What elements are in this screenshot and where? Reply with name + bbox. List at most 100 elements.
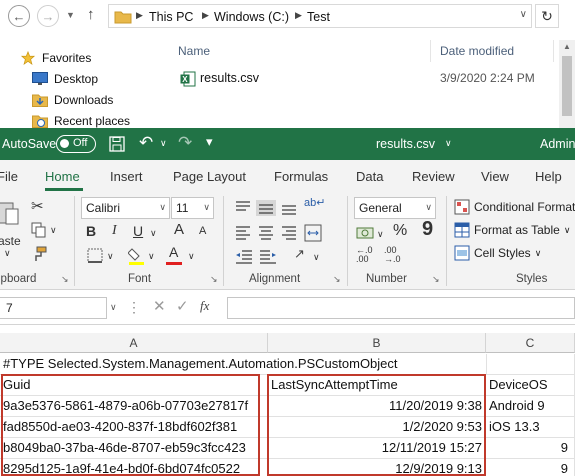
cell-c1[interactable] (486, 354, 575, 375)
horizontal-align-icons[interactable] (236, 225, 302, 241)
insert-function-button[interactable]: fx (200, 298, 209, 314)
cell-c2[interactable]: DeviceOS (486, 375, 575, 396)
tab-help[interactable]: Help (535, 169, 562, 184)
orientation-dropdown-icon[interactable]: ∨ (313, 252, 320, 263)
font-color-button[interactable]: A (169, 244, 178, 260)
paste-clipboard-icon[interactable] (0, 200, 20, 226)
nav-item-desktop[interactable]: Desktop (32, 69, 98, 89)
cell-a3[interactable]: 9a3e5376-5861-4879-a06b-07703e27817f (0, 396, 268, 417)
formula-input[interactable] (227, 297, 575, 319)
column-header-date-modified[interactable]: Date modified (440, 44, 514, 58)
cell-b4[interactable]: 1/2/2020 9:53 (268, 417, 486, 438)
back-button[interactable]: ← (8, 5, 30, 27)
bold-button[interactable]: B (86, 223, 96, 239)
tab-page-layout[interactable]: Page Layout (173, 169, 246, 184)
format-painter-icon[interactable] (31, 246, 47, 262)
format-as-table-button[interactable]: Format as Table ∨ (454, 222, 570, 238)
up-button[interactable]: ↑ (87, 6, 95, 23)
comma-style-button[interactable]: 9 (422, 218, 433, 241)
save-icon[interactable] (109, 136, 125, 152)
cut-icon[interactable]: ✂ (31, 197, 44, 215)
accounting-format-icon[interactable] (356, 224, 374, 242)
number-format-dropdown[interactable]: General ∨ (354, 197, 436, 219)
cancel-entry-icon[interactable]: ✕ (153, 297, 166, 315)
cell-b6[interactable]: 12/9/2019 9:13 (268, 459, 486, 476)
scrollbar-thumb[interactable] (562, 56, 572, 116)
borders-dropdown-icon[interactable]: ∨ (107, 251, 114, 262)
cell-c4[interactable]: iOS 13.3 (486, 417, 575, 438)
underline-dropdown-icon[interactable]: ∨ (150, 228, 157, 239)
borders-icon[interactable] (87, 248, 105, 264)
indent-icons[interactable] (236, 249, 280, 265)
scroll-up-icon[interactable]: ▲ (563, 42, 571, 51)
customize-toolbar-icon[interactable]: ▾ (206, 134, 213, 150)
fill-color-icon[interactable] (128, 246, 146, 266)
breadcrumb-test[interactable]: Test (307, 10, 330, 24)
column-header-a[interactable]: A (0, 333, 268, 353)
column-divider[interactable] (430, 40, 431, 62)
user-name[interactable]: Admin (540, 137, 575, 151)
increase-font-size-button[interactable]: A (174, 221, 184, 238)
orientation-icon[interactable]: ↗ (294, 246, 305, 262)
autosave-toggle[interactable]: Off (56, 135, 96, 153)
cell-c5[interactable]: 9 (486, 438, 575, 459)
address-bar[interactable]: ▶ This PC ▶ Windows (C:) ▶ Test ∨ (108, 4, 532, 28)
percent-style-button[interactable]: % (393, 222, 407, 240)
tab-view[interactable]: View (481, 169, 509, 184)
fill-color-dropdown-icon[interactable]: ∨ (148, 251, 155, 262)
increase-decimal-button[interactable]: ←.0.00 (356, 246, 373, 264)
tab-formulas[interactable]: Formulas (274, 169, 328, 184)
conditional-formatting-button[interactable]: Conditional Format (454, 199, 575, 215)
tab-review[interactable]: Review (412, 169, 455, 184)
tab-file[interactable]: File (0, 169, 18, 184)
name-box[interactable]: 7 (0, 297, 107, 319)
font-launcher-icon[interactable]: ↘ (210, 274, 218, 285)
address-dropdown-icon[interactable]: ∨ (520, 9, 527, 20)
nav-item-favorites[interactable]: Favorites (20, 48, 91, 68)
tab-data[interactable]: Data (356, 169, 383, 184)
cell-a6[interactable]: 8295d125-1a9f-41e4-bd0f-6bd074fc0522 (0, 459, 268, 476)
recent-locations-button[interactable]: ▼ (66, 10, 75, 20)
cell-a2[interactable]: Guid (0, 375, 268, 396)
alignment-launcher-icon[interactable]: ↘ (333, 274, 341, 285)
cell-styles-button[interactable]: Cell Styles ∨ (454, 245, 541, 261)
cell-a1[interactable]: #TYPE Selected.System.Management.Automat… (0, 354, 486, 375)
paste-dropdown-icon[interactable]: ∨ (4, 248, 11, 259)
font-name-dropdown[interactable]: Calibri ∨ (81, 197, 170, 219)
undo-icon[interactable]: ↶ (139, 133, 153, 153)
column-header-name[interactable]: Name (178, 44, 210, 58)
breadcrumb-windows-c[interactable]: Windows (C:) (214, 10, 289, 24)
accounting-dropdown-icon[interactable]: ∨ (377, 229, 384, 240)
cell-a4[interactable]: fad8550d-ae03-4200-837f-18bdf602f381 (0, 417, 268, 438)
number-launcher-icon[interactable]: ↘ (432, 274, 440, 285)
merge-center-icon[interactable] (304, 224, 322, 242)
cell-b2[interactable]: LastSyncAttemptTime (268, 375, 486, 396)
cell-a5[interactable]: b8049ba0-37ba-46de-8707-eb59c3fcc423 (0, 438, 268, 459)
nav-item-downloads[interactable]: Downloads (32, 90, 113, 110)
confirm-entry-icon[interactable]: ✓ (176, 297, 189, 315)
column-divider[interactable] (553, 40, 554, 62)
font-size-dropdown[interactable]: 11 ∨ (171, 197, 214, 219)
forward-button[interactable]: → (37, 5, 59, 27)
decrease-font-size-button[interactable]: A (199, 225, 206, 237)
copy-icon[interactable] (31, 222, 47, 238)
italic-button[interactable]: I (112, 223, 117, 239)
clipboard-launcher-icon[interactable]: ↘ (61, 274, 69, 285)
vertical-align-icons[interactable] (236, 200, 302, 216)
breadcrumb-this-pc[interactable]: This PC (149, 10, 193, 24)
column-header-b[interactable]: B (268, 333, 486, 353)
title-dropdown-icon[interactable]: ∨ (445, 138, 452, 149)
refresh-button[interactable]: ↻ (535, 4, 559, 28)
paste-button[interactable]: aste (0, 234, 21, 248)
name-box-dropdown-icon[interactable]: ∨ (110, 302, 117, 313)
tab-home[interactable]: Home (45, 169, 80, 184)
redo-icon[interactable]: ↷ (178, 133, 192, 153)
tab-insert[interactable]: Insert (110, 169, 143, 184)
cell-b5[interactable]: 12/11/2019 15:27 (268, 438, 486, 459)
column-header-c[interactable]: C (486, 333, 575, 353)
cell-c6[interactable]: 9 (486, 459, 575, 476)
explorer-scrollbar[interactable]: ▲ (559, 40, 575, 128)
decrease-decimal-button[interactable]: .00 →.0 (384, 246, 401, 264)
copy-dropdown-icon[interactable]: ∨ (50, 225, 57, 236)
wrap-text-icon[interactable]: ab↵ (304, 196, 325, 209)
